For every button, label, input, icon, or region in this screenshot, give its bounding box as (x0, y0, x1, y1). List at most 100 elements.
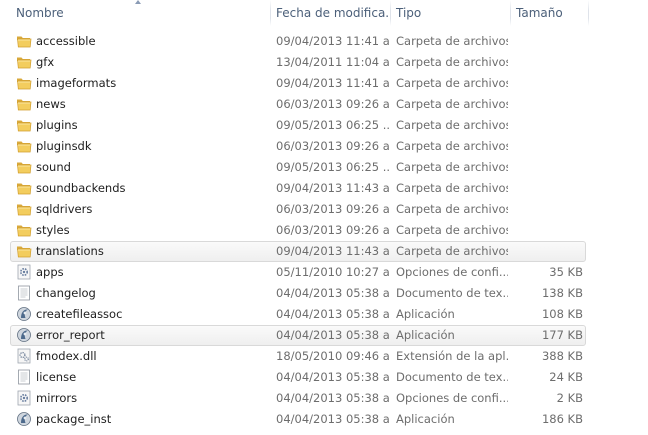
file-type: Carpeta de archivos (396, 160, 508, 174)
file-size: 35 KB (549, 265, 583, 279)
file-size: 177 KB (541, 328, 583, 342)
file-name: imageformats (36, 76, 117, 90)
file-date-modified: 18/05/2010 09:46 a... (276, 349, 390, 363)
file-date-modified: 04/04/2013 05:38 a... (276, 370, 390, 384)
file-date-modified: 06/03/2013 09:26 a... (276, 223, 390, 237)
folder-icon (16, 159, 32, 175)
file-name: mirrors (36, 391, 78, 405)
file-date-modified: 04/04/2013 05:38 a... (276, 286, 390, 300)
file-type: Aplicación (396, 328, 455, 342)
file-name: accessible (36, 34, 96, 48)
folder-icon (16, 201, 32, 217)
file-name: fmodex.dll (36, 349, 97, 363)
file-size: 2 KB (556, 391, 583, 405)
file-date-modified: 06/03/2013 09:26 a... (276, 139, 390, 153)
file-type: Aplicación (396, 412, 455, 426)
file-date-modified: 09/04/2013 11:41 a... (276, 76, 390, 90)
file-date-modified: 05/11/2010 10:27 a... (276, 265, 390, 279)
file-name: error_report (36, 328, 105, 342)
file-size (511, 179, 583, 198)
column-header-date[interactable]: Fecha de modifica... (270, 0, 390, 26)
application-icon (16, 327, 32, 343)
file-row[interactable]: soundbackends 09/04/2013 11:43 a... Carpet… (10, 178, 586, 199)
file-name: translations (36, 244, 104, 258)
file-date-modified: 04/04/2013 05:38 a... (276, 328, 390, 342)
file-date-modified: 04/04/2013 05:38 a... (276, 391, 390, 405)
file-name: plugins (36, 118, 78, 132)
file-name: package_inst (36, 412, 112, 426)
file-row[interactable]: sqldrivers 06/03/2013 09:26 a... Carpeta d… (10, 199, 586, 220)
folder-icon (16, 180, 32, 196)
file-row[interactable]: pluginsdk 06/03/2013 09:26 a... Carpeta de… (10, 136, 586, 157)
file-row[interactable]: sound 09/05/2013 06:25 ... Carpeta de arch… (10, 157, 586, 178)
file-name: news (36, 97, 66, 111)
file-type: Documento de tex... (396, 370, 508, 384)
file-row[interactable]: createfileassoc 04/04/2013 05:38 a... Apli… (10, 304, 586, 325)
file-size (511, 158, 583, 177)
file-row[interactable]: news 06/03/2013 09:26 a... Carpeta de arch… (10, 94, 586, 115)
file-row[interactable]: gfx 13/04/2011 11:04 a... Carpeta de archi… (10, 52, 586, 73)
file-type: Carpeta de archivos (396, 55, 508, 69)
file-type: Carpeta de archivos (396, 244, 508, 258)
file-row[interactable]: fmodex.dll 18/05/2010 09:46 a... Extensión… (10, 346, 586, 367)
file-row[interactable]: imageformats 09/04/2013 11:41 a... Carpeta… (10, 73, 586, 94)
text-document-icon (16, 369, 32, 385)
file-name: createfileassoc (36, 307, 123, 321)
column-header-size[interactable]: Tamaño (510, 0, 588, 26)
column-header-type[interactable]: Tipo (390, 0, 510, 26)
file-name: styles (36, 223, 70, 237)
file-row[interactable]: error_report 04/04/2013 05:38 a... Aplicac… (10, 325, 586, 346)
file-row[interactable]: styles 06/03/2013 09:26 a... Carpeta de ar… (10, 220, 586, 241)
file-size (511, 221, 583, 240)
file-date-modified: 13/04/2011 11:04 a... (276, 55, 390, 69)
file-date-modified: 09/05/2013 06:25 ... (276, 160, 390, 174)
application-icon (16, 411, 32, 427)
file-row[interactable]: mirrors 04/04/2013 05:38 a... Opciones de … (10, 388, 586, 409)
file-type: Carpeta de archivos (396, 97, 508, 111)
settings-file-icon (16, 390, 32, 406)
file-name: sqldrivers (36, 202, 93, 216)
file-name: changelog (36, 286, 96, 300)
folder-icon (16, 54, 32, 70)
folder-icon (16, 96, 32, 112)
file-row[interactable]: apps 05/11/2010 10:27 a... Opciones de con… (10, 262, 586, 283)
file-size (511, 32, 583, 51)
file-type: Carpeta de archivos (396, 118, 508, 132)
file-size: 108 KB (541, 307, 583, 321)
file-size (511, 200, 583, 219)
file-date-modified: 09/04/2013 11:41 a... (276, 34, 390, 48)
file-name: sound (36, 160, 71, 174)
file-size (511, 53, 583, 72)
folder-icon (16, 222, 32, 238)
settings-file-icon (16, 264, 32, 280)
file-name: apps (36, 265, 64, 279)
file-date-modified: 06/03/2013 09:26 a... (276, 97, 390, 111)
file-type: Documento de tex... (396, 286, 508, 300)
file-size: 186 KB (541, 412, 583, 426)
file-type: Carpeta de archivos (396, 181, 508, 195)
file-row[interactable]: license 04/04/2013 05:38 a... Documento de… (10, 367, 586, 388)
file-type: Carpeta de archivos (396, 223, 508, 237)
file-row[interactable]: translations 09/04/2013 11:43 a... Carpeta… (10, 241, 586, 262)
file-row[interactable]: changelog 04/04/2013 05:38 a... Documento … (10, 283, 586, 304)
file-size: 138 KB (541, 286, 583, 300)
file-row[interactable]: accessible 09/04/2013 11:41 a... Carpeta d… (10, 31, 586, 52)
file-size (511, 95, 583, 114)
file-date-modified: 04/04/2013 05:38 a... (276, 307, 390, 321)
file-size (511, 116, 583, 135)
file-type: Carpeta de archivos (396, 139, 508, 153)
folder-icon (16, 243, 32, 259)
file-size (511, 74, 583, 93)
file-name: soundbackends (36, 181, 126, 195)
file-date-modified: 06/03/2013 09:26 a... (276, 202, 390, 216)
file-name: pluginsdk (36, 139, 92, 153)
column-header-bar: Nombre Fecha de modifica... Tipo Tamaño (0, 0, 648, 26)
dll-file-icon (16, 348, 32, 364)
file-row[interactable]: plugins 09/05/2013 06:25 ... Carpeta de ar… (10, 115, 586, 136)
file-date-modified: 09/04/2013 11:43 a... (276, 181, 390, 195)
file-size (511, 137, 583, 156)
file-name: license (36, 370, 77, 384)
file-type: Opciones de confi... (396, 265, 508, 279)
file-row[interactable]: package_inst 04/04/2013 05:38 a... Aplicac… (10, 409, 586, 430)
column-divider[interactable] (588, 0, 589, 26)
